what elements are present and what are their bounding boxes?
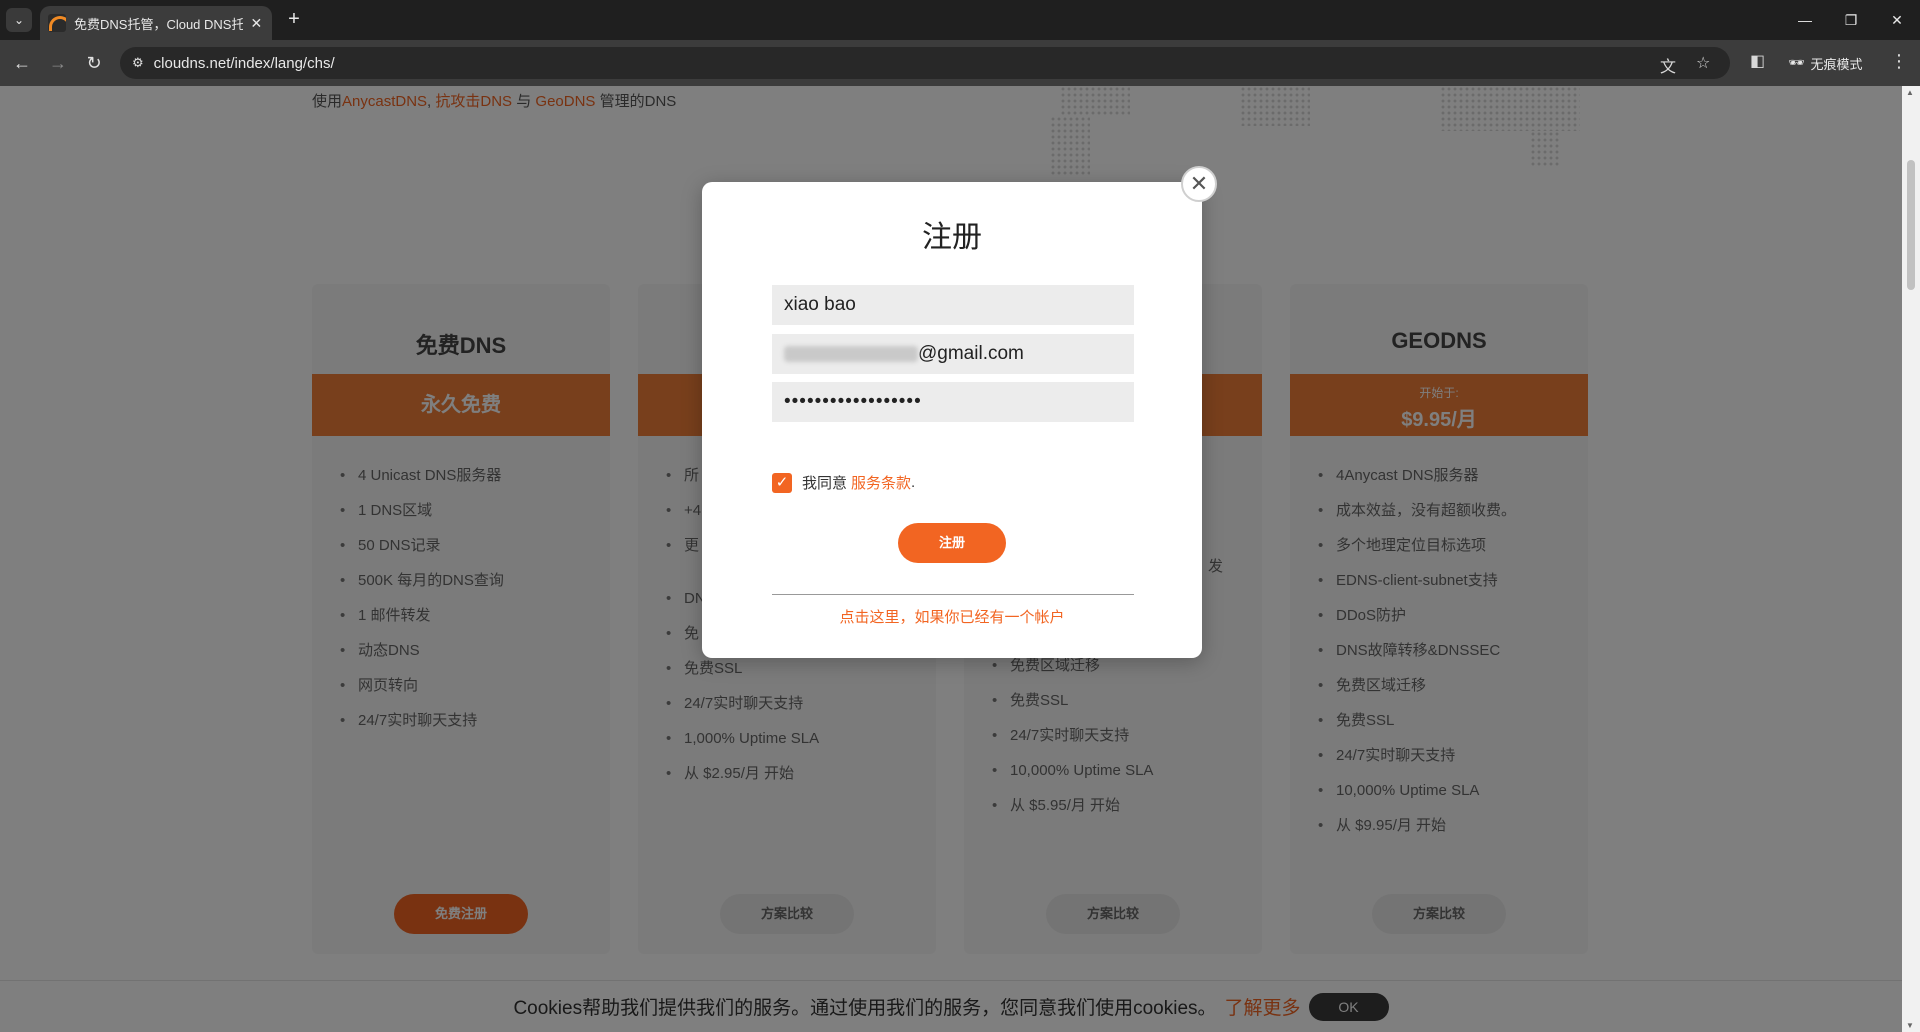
cloudns-favicon-icon — [48, 14, 66, 32]
back-arrow-icon[interactable]: ← — [10, 51, 34, 75]
page-scrollbar[interactable]: ▲ ▼ — [1902, 86, 1920, 1032]
login-link[interactable]: 点击这里，如果你已经有一个帐户 — [702, 606, 1202, 627]
bookmark-star-icon[interactable]: ☆ — [1696, 53, 1710, 73]
scroll-down-icon[interactable]: ▼ — [1906, 1021, 1914, 1030]
page-content: 使用AnycastDNS, 抗攻击DNS 与 GeoDNS 管理的DNS 免费D… — [0, 86, 1902, 1032]
password-mask: •••••••••••••••••• — [784, 391, 922, 412]
browser-menu-icon[interactable]: ⋮ — [1890, 51, 1908, 72]
incognito-label: 无痕模式 — [1810, 56, 1863, 72]
register-modal: 注册 xiao bao @gmail.com •••••••••••••••••… — [702, 182, 1202, 658]
url-text: cloudns.net/index/lang/chs/ — [153, 54, 335, 72]
register-button[interactable]: 注册 — [898, 523, 1006, 563]
terms-link[interactable]: 服务条款 — [851, 472, 911, 493]
terms-checkbox[interactable]: ✓ — [772, 472, 792, 493]
window-controls: — ❐ ✕ — [1782, 0, 1920, 40]
email-field[interactable]: @gmail.com — [772, 334, 1134, 374]
incognito-icon: 🕶 — [1788, 55, 1805, 70]
tab-close-icon[interactable]: ✕ — [249, 15, 264, 32]
tab-bar: ⌄ 免费DNS托管，Cloud DNS托管 ✕ + — ❐ ✕ — [0, 0, 1920, 40]
email-suffix: @gmail.com — [918, 343, 1024, 364]
reload-icon[interactable]: ↻ — [82, 51, 106, 75]
modal-close-icon[interactable]: ✕ — [1181, 166, 1217, 202]
password-field[interactable]: •••••••••••••••••• — [772, 382, 1134, 422]
email-redacted — [784, 346, 918, 362]
divider — [772, 594, 1134, 595]
name-value: xiao bao — [784, 294, 856, 315]
scroll-up-icon[interactable]: ▲ — [1906, 88, 1914, 97]
modal-title: 注册 — [922, 221, 982, 254]
tab-search-chevron-icon[interactable]: ⌄ — [6, 8, 32, 32]
tab-title: 免费DNS托管，Cloud DNS托管 — [74, 16, 243, 32]
tab-active[interactable]: 免费DNS托管，Cloud DNS托管 ✕ — [40, 6, 272, 40]
scroll-thumb[interactable] — [1907, 160, 1915, 290]
translate-icon[interactable]: 文 — [1660, 53, 1676, 77]
name-field[interactable]: xiao bao — [772, 285, 1134, 325]
side-panel-icon[interactable]: ◧ — [1750, 51, 1765, 71]
incognito-badge[interactable]: 🕶 无痕模式 — [1780, 47, 1871, 79]
address-bar[interactable]: ⚙ cloudns.net/index/lang/chs/ 文 ☆ — [120, 47, 1730, 79]
site-info-icon[interactable]: ⚙ — [132, 55, 144, 71]
browser-toolbar: ← → ↻ ⚙ cloudns.net/index/lang/chs/ 文 ☆ … — [0, 40, 1920, 86]
restore-icon[interactable]: ❐ — [1828, 0, 1874, 40]
terms-period: . — [911, 474, 916, 491]
agree-label: 我同意 — [802, 475, 848, 492]
minimize-icon[interactable]: — — [1782, 0, 1828, 40]
new-tab-plus-icon[interactable]: + — [282, 8, 306, 32]
window-close-icon[interactable]: ✕ — [1874, 0, 1920, 40]
terms-agreement: ✓ 我同意 服务条款. — [772, 472, 915, 493]
forward-arrow-icon[interactable]: → — [46, 51, 70, 75]
